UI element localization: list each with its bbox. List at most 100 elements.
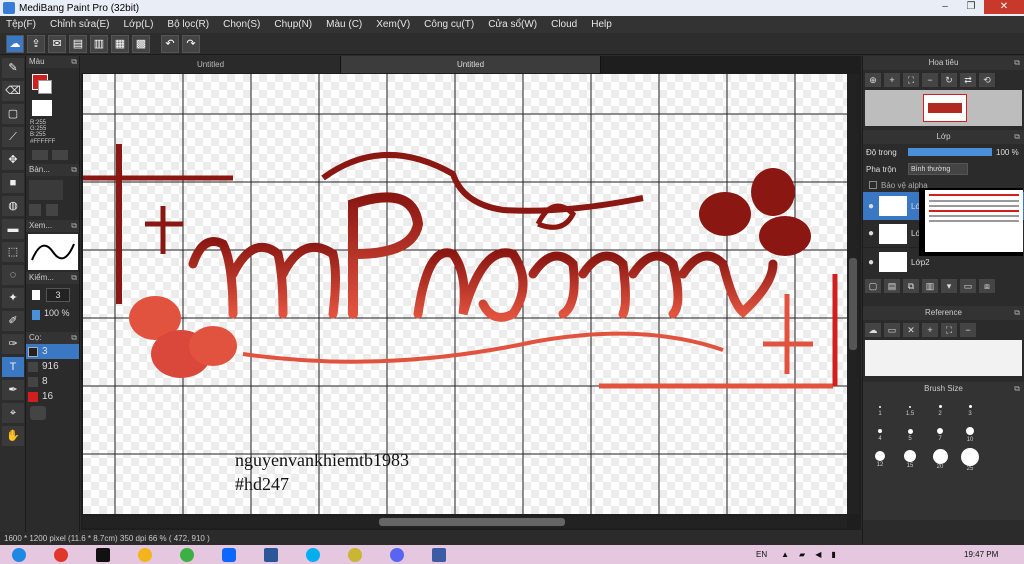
color-settings-icon[interactable] — [32, 150, 48, 160]
chrome-2-icon[interactable] — [130, 546, 160, 563]
navigator-preview[interactable] — [865, 90, 1022, 126]
layer-blend-select[interactable]: Bình thường — [908, 163, 968, 175]
zalo-icon[interactable] — [214, 546, 244, 563]
brush-size-option[interactable]: 10 — [955, 423, 985, 448]
alpha-protect-checkbox[interactable] — [869, 181, 877, 189]
brush-list-item[interactable]: 916 — [26, 359, 79, 374]
discord-icon[interactable] — [382, 546, 412, 563]
brush-size-option[interactable]: 4 — [865, 423, 895, 448]
share-icon[interactable]: ⇪ — [27, 34, 45, 53]
flip-icon[interactable]: ⇄ — [960, 73, 976, 87]
close-reference-icon[interactable]: ✕ — [903, 323, 919, 337]
brush-delete-icon[interactable] — [46, 204, 58, 216]
zoom-fit-icon[interactable]: ⊕ — [865, 73, 881, 87]
layer-opacity-slider[interactable] — [908, 148, 992, 156]
canvas-horizontal-scrollbar[interactable] — [83, 516, 847, 528]
menu-filter[interactable]: Bộ lọc(R) — [167, 19, 209, 30]
undo-icon[interactable]: ↶ — [161, 34, 179, 53]
menu-layer[interactable]: Lớp(L) — [124, 19, 154, 30]
dropper-tool-icon[interactable]: ✒ — [2, 380, 24, 400]
green-app-icon[interactable] — [172, 546, 202, 563]
select-pen-icon[interactable]: ✐ — [2, 311, 24, 331]
brush-list-add-icon[interactable] — [30, 406, 46, 420]
reference-fit-icon[interactable]: ⛶ — [941, 323, 957, 337]
select-eraser-icon[interactable]: ✑ — [2, 334, 24, 354]
brush-list-item[interactable]: 3 — [26, 344, 79, 359]
fill-tool-icon[interactable]: ■ — [2, 173, 24, 193]
eye-icon[interactable]: ● — [863, 228, 879, 239]
brush-opacity-value[interactable]: 100 % — [44, 308, 70, 318]
fit-window-icon[interactable]: ⛶ — [903, 73, 919, 87]
reset-icon[interactable]: ⟲ — [979, 73, 995, 87]
document-icon[interactable]: ▥ — [90, 34, 108, 53]
eraser-tool-icon[interactable]: ⌫ — [2, 81, 24, 101]
maximize-button[interactable]: ❐ — [958, 0, 984, 14]
capcut-icon[interactable] — [88, 546, 118, 563]
grid-icon[interactable]: ▦ — [111, 34, 129, 53]
horizontal-scroll-thumb[interactable] — [379, 518, 565, 526]
cloud-icon[interactable]: ☁ — [6, 34, 24, 53]
word-icon[interactable] — [256, 546, 286, 563]
menu-view[interactable]: Xem(V) — [376, 19, 410, 30]
folder-icon[interactable]: ▭ — [960, 279, 976, 293]
menu-file[interactable]: Tệp(F) — [6, 19, 36, 30]
hand-tool-icon[interactable]: ✋ — [2, 426, 24, 446]
canvas-vertical-scrollbar[interactable] — [847, 74, 859, 514]
redo-icon[interactable]: ↷ — [182, 34, 200, 53]
menu-tools[interactable]: Công cụ(T) — [424, 19, 474, 30]
brush-list-item[interactable]: 8 — [26, 374, 79, 389]
volume-icon[interactable]: ◀ — [815, 550, 821, 559]
network-icon[interactable]: ▰ — [799, 550, 805, 559]
brush-tool-icon[interactable]: ✎ — [2, 58, 24, 78]
brush-size-value[interactable]: 3 — [46, 288, 70, 302]
zoom-out-icon[interactable]: − — [922, 73, 938, 87]
menu-cloud[interactable]: Cloud — [551, 19, 577, 30]
merge-icon[interactable]: ⧈ — [979, 279, 995, 293]
brush-size-option[interactable]: 7 — [925, 423, 955, 448]
close-button[interactable]: ✕ — [984, 0, 1024, 14]
rectangle-tool-icon[interactable]: ▢ — [2, 104, 24, 124]
menu-color[interactable]: Màu (C) — [326, 19, 362, 30]
menu-select[interactable]: Chọn(S) — [223, 19, 260, 30]
background-color-swatch[interactable] — [38, 80, 52, 94]
new-raster-icon[interactable]: ▤ — [884, 279, 900, 293]
page-icon[interactable]: ▤ — [69, 34, 87, 53]
line-tool-icon[interactable]: ⟋ — [2, 127, 24, 147]
language-indicator[interactable]: EN — [756, 550, 767, 559]
rotate-icon[interactable]: ↻ — [941, 73, 957, 87]
brush-size-option[interactable]: 20 — [925, 448, 955, 473]
eye-icon[interactable]: ● — [863, 257, 879, 268]
select-tool-icon[interactable]: ⬚ — [2, 242, 24, 262]
brush-list-item[interactable]: 16 — [26, 389, 79, 404]
cloud-reference-icon[interactable]: ☁ — [865, 323, 881, 337]
new-layer-icon[interactable]: ▢ — [865, 279, 881, 293]
menu-window[interactable]: Cửa sổ(W) — [488, 19, 537, 30]
magic-wand-icon[interactable]: ✦ — [2, 288, 24, 308]
delete-layer-icon[interactable]: ▥ — [922, 279, 938, 293]
minimize-button[interactable]: – — [932, 0, 958, 14]
brush-size-option[interactable]: 5 — [895, 423, 925, 448]
menu-capture[interactable]: Chụp(N) — [274, 19, 312, 30]
battery-icon[interactable]: ▮ — [831, 550, 835, 559]
clock[interactable]: 19:47 PM — [964, 545, 998, 564]
skype-icon[interactable] — [298, 546, 328, 563]
brush-size-option[interactable]: 1.5 — [895, 398, 925, 423]
medibang-icon[interactable] — [424, 546, 454, 563]
vertical-scroll-thumb[interactable] — [849, 258, 857, 350]
move-tool-icon[interactable]: ✥ — [2, 150, 24, 170]
windows-start-icon[interactable] — [4, 546, 34, 563]
text-tool-icon[interactable]: T — [2, 357, 24, 377]
gradient-tool-icon[interactable]: ▬ — [2, 219, 24, 239]
drawing-canvas[interactable]: nguyenvankhiemtb1983 #hd247 — [83, 74, 847, 514]
lasso-tool-icon[interactable]: ◌ — [2, 265, 24, 285]
tray-arrow-icon[interactable]: ▲ — [781, 550, 789, 559]
tab-untitled-1[interactable]: Untitled — [81, 56, 341, 73]
eyedropper-icon[interactable]: ⌖ — [2, 403, 24, 423]
brush-size-option[interactable]: 15 — [895, 448, 925, 473]
layer-menu-icon[interactable]: ▾ — [941, 279, 957, 293]
open-reference-icon[interactable]: ▭ — [884, 323, 900, 337]
eye-icon[interactable]: ● — [863, 201, 879, 212]
zoom-in-icon[interactable]: + — [884, 73, 900, 87]
reference-zoom-in-icon[interactable]: + — [922, 323, 938, 337]
brush-add-icon[interactable] — [29, 204, 41, 216]
